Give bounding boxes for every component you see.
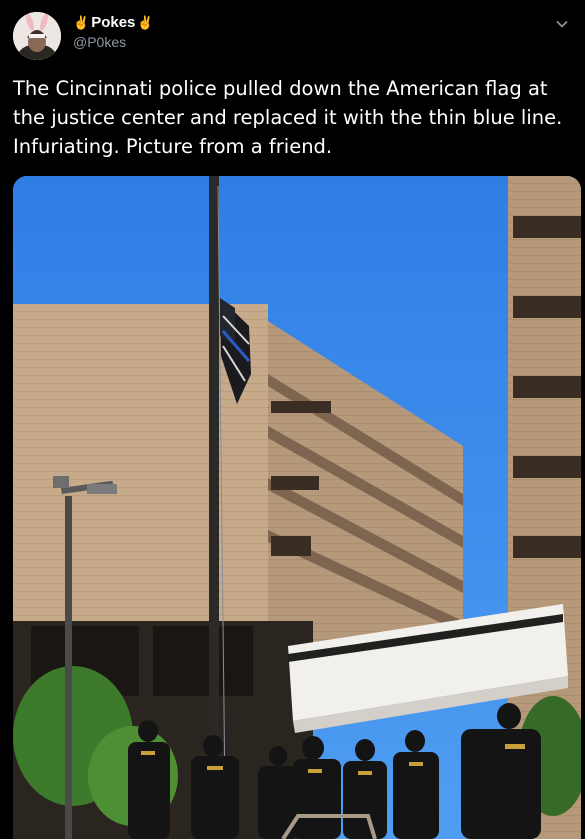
- victory-hand-icon: ✌: [137, 14, 154, 30]
- author-names: ✌ Pokes ✌ @P0kes: [73, 14, 154, 50]
- chevron-down-icon[interactable]: [553, 15, 571, 33]
- display-name-text: Pokes: [91, 14, 136, 31]
- avatar[interactable]: [13, 12, 61, 60]
- avatar-image: [13, 12, 61, 60]
- display-name[interactable]: ✌ Pokes ✌: [73, 14, 154, 31]
- tweet-text: The Cincinnati police pulled down the Am…: [13, 77, 563, 158]
- photo-scene: [13, 176, 581, 839]
- tweet-photo[interactable]: [13, 176, 581, 839]
- tweet-header: ✌ Pokes ✌ @P0kes: [13, 12, 573, 62]
- tweet: ✌ Pokes ✌ @P0kes The Cincinnati police p…: [0, 0, 585, 839]
- handle[interactable]: @P0kes: [73, 34, 154, 50]
- victory-hand-icon: ✌: [73, 14, 90, 30]
